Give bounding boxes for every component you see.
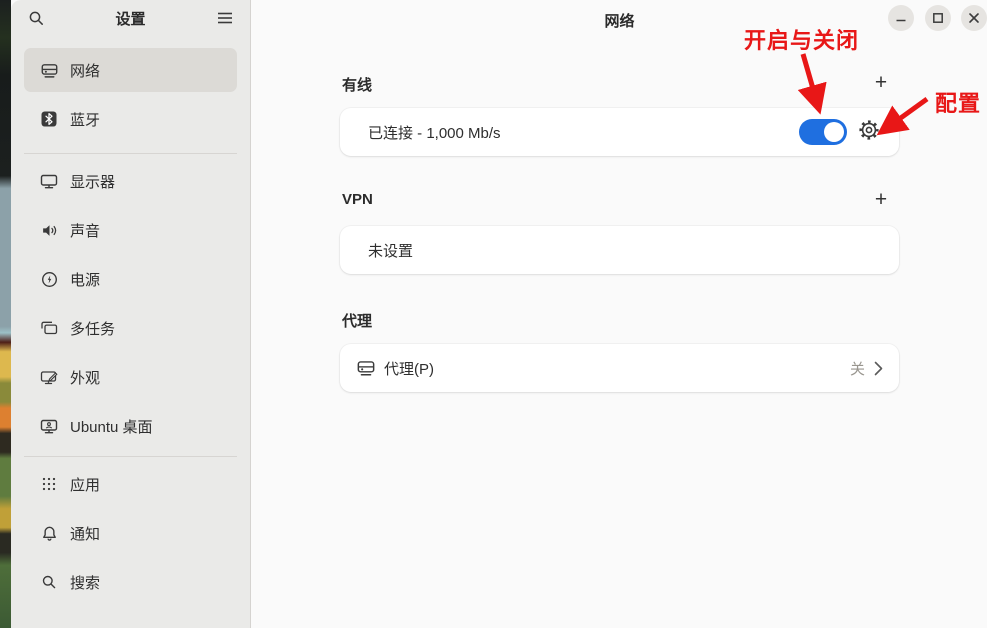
add-wired-button[interactable]: +: [868, 69, 894, 95]
sidebar-item-label: 声音: [70, 220, 100, 241]
sidebar-item-ubuntu-desktop[interactable]: Ubuntu 桌面: [24, 404, 237, 448]
wired-connection-row: 已连接 - 1,000 Mb/s: [340, 108, 899, 156]
sidebar-separator: [24, 456, 237, 457]
sidebar-item-label: 蓝牙: [70, 109, 100, 130]
maximize-icon: [932, 12, 944, 24]
wired-status-text: 已连接 - 1,000 Mb/s: [368, 122, 501, 143]
sidebar-item-label: 电源: [70, 269, 100, 290]
proxy-network-icon: [357, 359, 375, 377]
ubuntu-desktop-icon: [40, 417, 58, 435]
wired-toggle-switch[interactable]: [799, 119, 847, 145]
proxy-label: 代理(P): [384, 358, 434, 379]
chevron-right-icon: [874, 361, 883, 376]
sidebar-item-bluetooth[interactable]: 蓝牙: [24, 97, 237, 141]
vpn-row: 未设置: [340, 226, 899, 274]
maximize-button[interactable]: [925, 5, 951, 31]
section-title-wired: 有线: [342, 74, 372, 95]
section-title-proxy: 代理: [342, 310, 372, 331]
main-menu-button[interactable]: [212, 5, 238, 31]
sidebar-item-label: 显示器: [70, 171, 115, 192]
close-icon: [968, 12, 980, 24]
desktop-wallpaper-strip: [0, 0, 11, 628]
apps-grid-icon: [40, 475, 58, 493]
section-title-vpn: VPN: [342, 191, 373, 208]
add-vpn-button[interactable]: +: [868, 186, 894, 212]
sidebar: 设置 网络: [11, 0, 251, 628]
sidebar-item-label: Ubuntu 桌面: [70, 416, 153, 437]
minimize-icon: [895, 12, 907, 24]
sidebar-item-displays[interactable]: 显示器: [24, 159, 237, 203]
sidebar-item-label: 外观: [70, 367, 100, 388]
sidebar-item-network[interactable]: 网络: [24, 48, 237, 92]
search-icon: [28, 10, 45, 27]
sidebar-item-label: 多任务: [70, 318, 115, 339]
sidebar-item-search[interactable]: 搜索: [24, 560, 237, 604]
sidebar-item-apps[interactable]: 应用: [24, 462, 237, 506]
close-button[interactable]: [961, 5, 987, 31]
search-button[interactable]: [23, 5, 49, 31]
sidebar-separator: [24, 153, 237, 154]
main-pane: 网络 有线 + 已连接 - 1,000 Mb/s: [252, 0, 987, 628]
sidebar-item-label: 网络: [70, 60, 100, 81]
annotation-toggle-label: 开启与关闭: [744, 23, 859, 55]
gear-icon: [858, 119, 880, 141]
sidebar-nav: 网络 蓝牙: [11, 36, 250, 604]
proxy-row[interactable]: 代理(P) 关: [340, 344, 899, 392]
sidebar-item-multitasking[interactable]: 多任务: [24, 306, 237, 350]
toggle-knob: [824, 122, 844, 142]
vpn-status-text: 未设置: [368, 240, 413, 261]
sidebar-item-appearance[interactable]: 外观: [24, 355, 237, 399]
hamburger-icon: [217, 11, 233, 25]
sidebar-item-label: 通知: [70, 523, 100, 544]
sidebar-header: 设置: [11, 0, 250, 36]
bluetooth-icon: [40, 110, 58, 128]
sidebar-item-label: 搜索: [70, 572, 100, 593]
power-icon: [40, 270, 58, 288]
appearance-icon: [40, 368, 58, 386]
sidebar-item-notifications[interactable]: 通知: [24, 511, 237, 555]
network-icon: [40, 61, 58, 79]
proxy-state-value: 关: [850, 358, 865, 379]
search-icon: [40, 573, 58, 591]
sidebar-item-sound[interactable]: 声音: [24, 208, 237, 252]
speaker-icon: [40, 221, 58, 239]
settings-window: 设置 网络: [11, 0, 987, 628]
multitasking-icon: [40, 319, 58, 337]
bell-icon: [40, 524, 58, 542]
page-title: 网络: [252, 10, 987, 31]
display-icon: [40, 172, 58, 190]
annotation-configure-label: 配置: [935, 86, 981, 118]
minimize-button[interactable]: [888, 5, 914, 31]
sidebar-item-power[interactable]: 电源: [24, 257, 237, 301]
sidebar-item-label: 应用: [70, 474, 100, 495]
wired-settings-gear-button[interactable]: [857, 118, 880, 141]
app-title: 设置: [49, 8, 212, 29]
